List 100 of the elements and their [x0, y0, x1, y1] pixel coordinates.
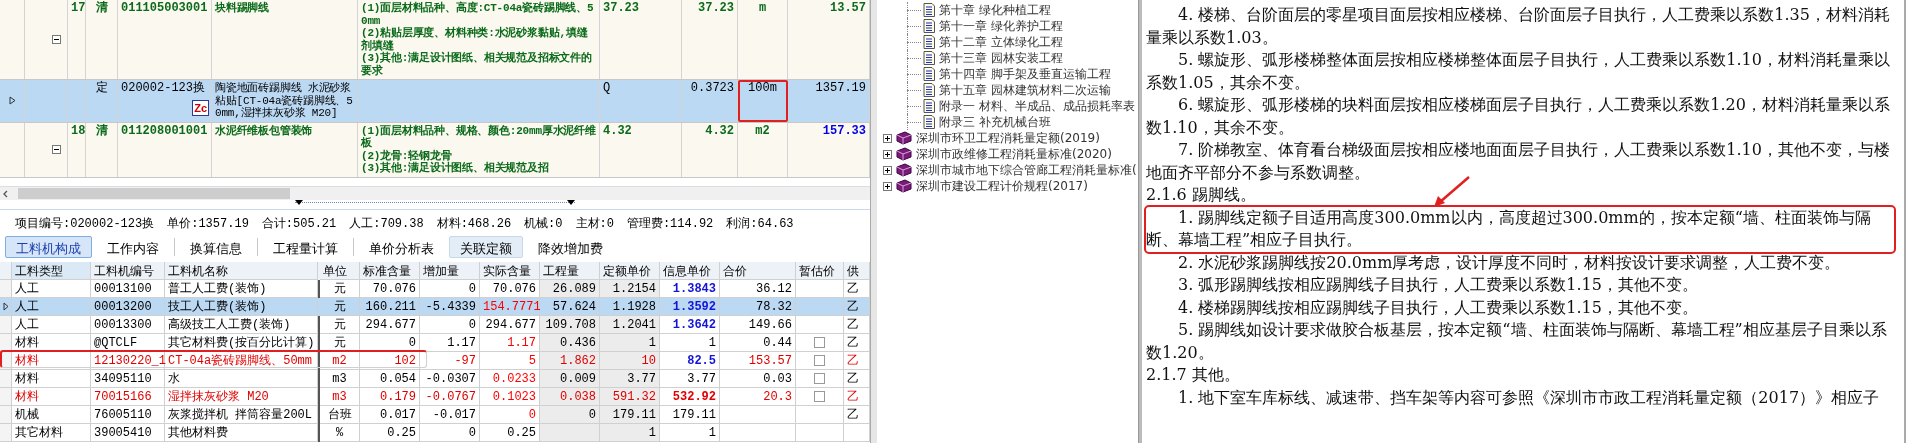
quantity-text: 0.3723: [690, 81, 734, 95]
table-cell: 人工: [12, 316, 91, 334]
unit-text: 100m: [748, 81, 777, 95]
grid-row[interactable]: 材料 @QTCLF 其它材料费(按百分比计算) 元 0 1.17 1.17 0.436 1 1 0.44 乙: [0, 334, 870, 352]
tab[interactable]: 单价分析表: [358, 236, 445, 258]
table-cell: 154.7771: [480, 298, 540, 316]
grid-row[interactable]: 人工 00013300 高级技工人工费(装饰) 元 294.677 0 294.677 109.708 1.2041 1.3642 149.66 乙: [0, 316, 870, 334]
table-cell: 人工: [12, 298, 91, 316]
table-cell: 元: [320, 334, 360, 352]
table-cell: 湿拌抹灰砂浆 M20: [165, 388, 318, 406]
table-cell: 0.038: [540, 388, 600, 406]
tree-item[interactable]: 深圳市建设工程计价规程(2017): [916, 178, 1088, 194]
tree-item[interactable]: 深圳市环卫工程消耗量定额(2019): [916, 130, 1100, 146]
quota-tag: Zc: [192, 99, 209, 116]
row-pointer-icon: [2, 302, 9, 311]
tab[interactable]: 换算信息: [179, 236, 253, 258]
collapse-icon[interactable]: [52, 35, 61, 44]
table-cell: 0.436: [540, 334, 600, 352]
grid-row[interactable]: 材料 70015166 湿拌抹灰砂浆 M20 m3 0.179 -0.0767 0.1023 0.038 591.32 532.92 20.3 乙: [0, 388, 870, 406]
table-cell: 10: [600, 352, 660, 370]
item-name: 水泥纤维板包管装饰: [215, 124, 314, 137]
grid-row[interactable]: 材料 12130220_1 CT-04a瓷砖踢脚线、50mm m2 102 -97 5 1.862 10 82.5 153.57 乙: [0, 352, 870, 370]
row-number: 17: [71, 1, 86, 15]
item-type: 清: [95, 1, 108, 15]
table-cell: 1.2041: [600, 316, 660, 334]
tree-item[interactable]: 第十一章 绿化养护工程: [939, 18, 1063, 34]
expression-text: Q: [603, 81, 611, 95]
expand-icon[interactable]: [883, 149, 892, 159]
table-cell: 元: [320, 316, 360, 334]
grid-row[interactable]: 人工 00013200 技工人工费(装饰) 元 160.211 -5.4339 154.7771 57.624 1.1928 1.3592 78.32 乙: [0, 298, 870, 316]
doc-paragraph: 4. 楼梯踢脚线按相应踢脚线子目执行，人工费乘以系数1.15，其他不变。: [1177, 296, 1699, 319]
doc-paragraph: 2. 水泥砂浆踢脚线按20.0mm厚考虑，设计厚度不同时，材料按设计要求调整，人工费不变。: [1177, 251, 1842, 274]
document-icon: [923, 19, 935, 33]
book-icon: [896, 163, 912, 177]
table-cell: m3: [320, 370, 360, 388]
grid-row[interactable]: 机械 76005110 灰浆搅拌机 拌筒容量200L 台班 0.017 -0.017 0 0 179.11 179.11 乙: [0, 406, 870, 424]
tree-item[interactable]: 第十五章 园林建筑材料二次运输: [939, 82, 1111, 98]
grid-row[interactable]: 17 清 011105003001 块料踢脚线 (1)面层材料品种、高度:CT-04a瓷砖踢脚线、50mm (2)粘贴层厚度、材料种类:水泥砂浆黏贴,填缝剂填缝 (3)其他:满足设计图纸、相关规范及招标文件的要求 37.23 37.23 m 13.57: [0, 0, 870, 80]
tree-item[interactable]: 深圳市城市地下综合管廊工程消耗量标准(: [916, 162, 1137, 178]
item-name: 块料踢脚线: [215, 2, 270, 15]
table-cell: 1.1928: [600, 298, 660, 316]
table-cell: 材料: [12, 370, 91, 388]
grid-row[interactable]: 材料 34095110 水 m3 0.054 -0.0307 0.0233 0.009 3.77 3.77 0.03 乙: [0, 370, 870, 388]
doc-paragraph: 5. 踢脚线如设计要求做胶合板基层，按本定额“墙、柱面装饰与隔断、幕墙工程”相应基层子目乘以系数1.20。: [1146, 319, 1888, 364]
row-header[interactable]: [0, 334, 12, 352]
horizontal-scrollbar[interactable]: [0, 186, 870, 200]
tab[interactable]: 工作内容: [96, 236, 170, 258]
expression-text: 37.23: [603, 1, 639, 15]
tab[interactable]: 关联定额: [449, 236, 523, 258]
expand-icon[interactable]: [883, 165, 892, 175]
document-icon: [923, 35, 935, 49]
grid-row[interactable]: 其它材料 39005410 其他材料费 % 0.25 0 0.25 1 1: [0, 424, 870, 442]
table-cell: 高级技工人工费(装饰): [165, 316, 318, 334]
summary-text: 主材:0: [575, 215, 614, 232]
feature-text: (1)面层材料品种、规格、颜色:20mm厚水泥纤维板: [361, 124, 596, 149]
section-heading: 2.1.7 其他。: [1146, 364, 1240, 386]
grid-row[interactable]: 18 清 011208001001 水泥纤维板包管装饰 (1)面层材料品种、规格、颜色:20mm厚水泥纤维板 (2)龙骨:轻钢龙骨 (3)其他:满足设计图纸、相关规范及招 4.32 4.32 m2 157.33: [0, 122, 870, 178]
summary-text: 合计:505.21: [261, 215, 337, 232]
expand-icon[interactable]: [883, 181, 892, 191]
tree-item[interactable]: 第十章 绿化种植工程: [939, 2, 1051, 18]
table-cell: -5.4339: [420, 298, 480, 316]
table-cell: 179.11: [660, 406, 720, 424]
row-header[interactable]: [0, 298, 12, 316]
tab[interactable]: 工料机构成: [5, 236, 92, 258]
checkbox[interactable]: [814, 337, 825, 349]
book-icon: [896, 179, 912, 193]
expand-icon[interactable]: [883, 133, 892, 143]
tree-item[interactable]: 深圳市政维修工程消耗量标准(2020): [916, 146, 1112, 162]
table-cell: -0.0767: [420, 388, 480, 406]
tree-item[interactable]: 附录一 材料、半成品、成品损耗率表: [939, 98, 1135, 114]
table-cell: 0: [360, 334, 420, 352]
table-cell: 160.211: [360, 298, 420, 316]
table-cell: 0.25: [360, 424, 420, 442]
checkbox[interactable]: [814, 373, 825, 385]
table-cell: [796, 298, 844, 316]
doc-paragraph: 4. 楼梯、台阶面层的零星项目面层按相应楼梯、台阶面层子目执行，人工费乘以系数1.35，材料消耗量乘以系数1.03。: [1146, 4, 1891, 49]
tab[interactable]: 工程量计算: [262, 236, 349, 258]
table-cell: 0.03: [720, 370, 796, 388]
tree-item[interactable]: 附录三 补充机械台班: [939, 114, 1051, 130]
quantity-text: 4.32: [705, 123, 734, 138]
table-cell: 1.862: [540, 352, 600, 370]
checkbox[interactable]: [814, 391, 825, 403]
tree-item[interactable]: 第十四章 脚手架及垂直运输工程: [939, 66, 1111, 82]
table-cell: 台班: [320, 406, 360, 424]
pane-splitter[interactable]: [870, 0, 877, 443]
table-cell: 1: [660, 424, 720, 442]
section-heading: 2.1.6 踢脚线。: [1146, 184, 1256, 206]
table-cell: 其他材料费: [165, 424, 318, 442]
table-cell: 20.3: [720, 388, 796, 406]
tree-item[interactable]: 第十二章 立体绿化工程: [939, 34, 1063, 50]
table-cell: 0.009: [540, 370, 600, 388]
table-cell: CT-04a瓷砖踢脚线、50mm: [165, 352, 318, 370]
unit-text: m2: [755, 123, 770, 138]
summary-text: 材料:468.26: [436, 215, 512, 232]
tab[interactable]: 降效增加费: [527, 236, 614, 258]
table-cell: 34095110: [91, 370, 165, 388]
collapse-icon[interactable]: [52, 145, 61, 154]
tree-item[interactable]: 第十三章 园林安装工程: [939, 50, 1063, 66]
checkbox[interactable]: [814, 355, 825, 367]
table-cell: m3: [320, 388, 360, 406]
